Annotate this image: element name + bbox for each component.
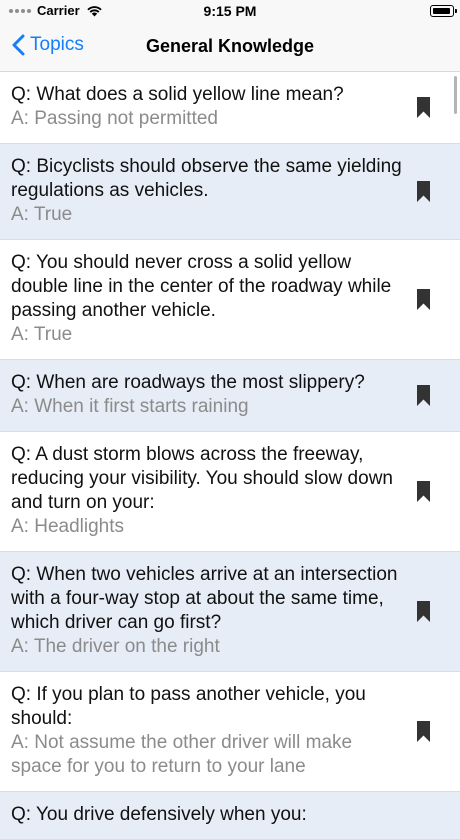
- bookmark-icon[interactable]: [417, 180, 430, 202]
- page-title: General Knowledge: [145, 36, 315, 56]
- status-time: 9:15 PM: [203, 3, 257, 19]
- scroll-indicator[interactable]: [454, 76, 457, 114]
- list-item[interactable]: Q: If you plan to pass another vehicle, …: [0, 672, 460, 792]
- navigation-bar: Topics General Knowledge: [0, 24, 460, 72]
- bookmark-icon[interactable]: [417, 480, 430, 502]
- answer-text: A: When it first starts raining: [11, 396, 249, 417]
- status-bar: Carrier 9:15 PM: [0, 0, 460, 24]
- answer-text: A: True: [11, 204, 73, 225]
- question-text: Q: When are roadways the most slippery?: [11, 372, 365, 393]
- question-list: Q: What does a solid yellow line mean? A…: [0, 72, 460, 840]
- question-text: Q: What does a solid yellow line mean?: [11, 84, 344, 105]
- list-item[interactable]: Q: When two vehicles arrive at an inters…: [0, 552, 460, 672]
- question-text: Q: A dust storm blows across the freeway…: [11, 444, 393, 513]
- answer-text: A: Not assume the other driver will make…: [11, 732, 353, 777]
- question-text: Q: You drive defensively when you:: [11, 804, 307, 825]
- question-text: Q: If you plan to pass another vehicle, …: [11, 684, 366, 729]
- list-item[interactable]: Q: When are roadways the most slippery? …: [0, 360, 460, 432]
- list-item[interactable]: Q: What does a solid yellow line mean? A…: [0, 72, 460, 144]
- bookmark-icon[interactable]: [417, 96, 430, 118]
- answer-text: A: Passing not permitted: [11, 108, 218, 129]
- answer-text: A: Headlights: [11, 516, 125, 537]
- answer-text: A: The driver on the right: [11, 636, 220, 657]
- question-text: Q: When two vehicles arrive at an inters…: [11, 564, 398, 633]
- bookmark-icon[interactable]: [417, 384, 430, 406]
- bookmark-icon[interactable]: [417, 720, 430, 742]
- battery-icon: [430, 5, 457, 17]
- bookmark-icon[interactable]: [417, 600, 430, 622]
- question-text: Q: You should never cross a solid yellow…: [11, 252, 392, 321]
- answer-text: A: True: [11, 324, 73, 345]
- list-item[interactable]: Q: You drive defensively when you:: [0, 792, 460, 840]
- list-item[interactable]: Q: You should never cross a solid yellow…: [0, 240, 460, 360]
- bookmark-icon[interactable]: [417, 288, 430, 310]
- list-item[interactable]: Q: Bicyclists should observe the same yi…: [0, 144, 460, 240]
- list-item[interactable]: Q: A dust storm blows across the freeway…: [0, 432, 460, 552]
- question-text: Q: Bicyclists should observe the same yi…: [11, 156, 402, 201]
